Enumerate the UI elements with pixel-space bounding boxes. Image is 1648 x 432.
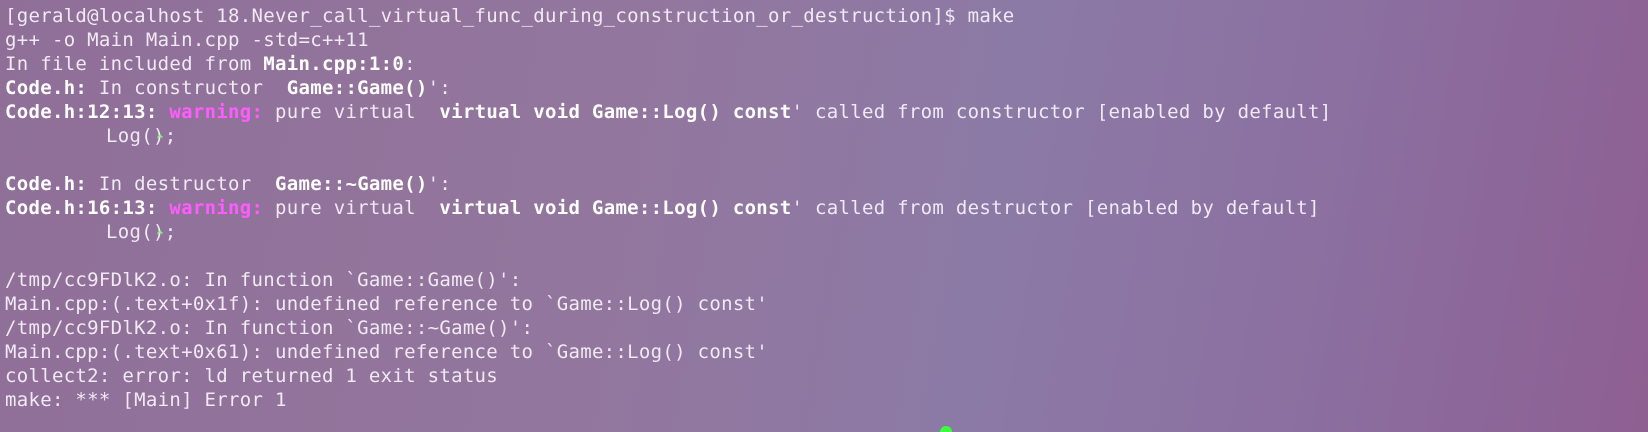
- file-location: Main.cpp:1:0: [263, 53, 405, 75]
- line-middle: pure virtual: [263, 197, 440, 219]
- terminal-line-linker-context: /tmp/cc9FDlK2.o: In function `Game::~Gam…: [5, 317, 534, 339]
- warning-label: warning:: [157, 197, 264, 219]
- file-location: Code.h:16:13:: [5, 197, 158, 219]
- terminal-line-included-from: In file included from Main.cpp:1:0:: [5, 52, 1648, 76]
- source-code: Log();: [106, 125, 177, 147]
- terminal-line-constructor-warning: Code.h:12:13: warning: pure virtual virt…: [5, 100, 1648, 124]
- line-middle: pure virtual: [263, 101, 440, 123]
- warning-label: warning:: [157, 101, 264, 123]
- line-suffix: ' called from destructor [enabled by def…: [791, 197, 1320, 219]
- line-middle: In constructor: [87, 77, 287, 99]
- terminal-line-undefined-reference: Main.cpp:(.text+0x61): undefined referen…: [5, 341, 769, 363]
- terminal-line-undefined-reference: Main.cpp:(.text+0x1f): undefined referen…: [5, 293, 769, 315]
- line-suffix: ':: [427, 173, 452, 195]
- line-prefix: In file included from: [5, 53, 264, 75]
- line-suffix: ':: [427, 77, 452, 99]
- terminal-line-collect2-error: collect2: error: ld returned 1 exit stat…: [5, 365, 499, 387]
- file-location: Code.h:: [5, 173, 88, 195]
- terminal-line-destructor-warning: Code.h:16:13: warning: pure virtual virt…: [5, 196, 1648, 220]
- terminal-line-source-log: Log();: [5, 220, 1648, 244]
- function-name: Game::Game(): [286, 77, 428, 99]
- file-location: Code.h:: [5, 77, 88, 99]
- function-signature: virtual void Game::Log() const: [439, 101, 792, 123]
- caret-marker-icon: [157, 231, 163, 239]
- file-location: Code.h:12:13:: [5, 101, 158, 123]
- terminal-line-make-error: make: *** [Main] Error 1: [5, 389, 287, 411]
- source-code: Log();: [106, 221, 177, 243]
- caret-marker-icon: [157, 135, 163, 143]
- line-suffix: ' called from constructor [enabled by de…: [791, 101, 1332, 123]
- terminal-line-compile: g++ -o Main Main.cpp -std=c++11: [5, 29, 369, 51]
- line-middle: In destructor: [87, 173, 276, 195]
- terminal-window[interactable]: [gerald@localhost 18.Never_call_virtual_…: [0, 0, 1648, 432]
- terminal-line-destructor-context: Code.h: In destructor Game::~Game()':: [5, 172, 1648, 196]
- terminal-line-source-log: Log();: [5, 124, 1648, 148]
- terminal-cursor-icon: [940, 426, 952, 432]
- terminal-line-linker-context: /tmp/cc9FDlK2.o: In function `Game::Game…: [5, 269, 522, 291]
- function-signature: virtual void Game::Log() const: [439, 197, 792, 219]
- function-name: Game::~Game(): [275, 173, 428, 195]
- line-suffix: :: [404, 53, 416, 75]
- terminal-line-command: [gerald@localhost 18.Never_call_virtual_…: [5, 5, 1015, 27]
- terminal-line-constructor-context: Code.h: In constructor Game::Game()':: [5, 76, 1648, 100]
